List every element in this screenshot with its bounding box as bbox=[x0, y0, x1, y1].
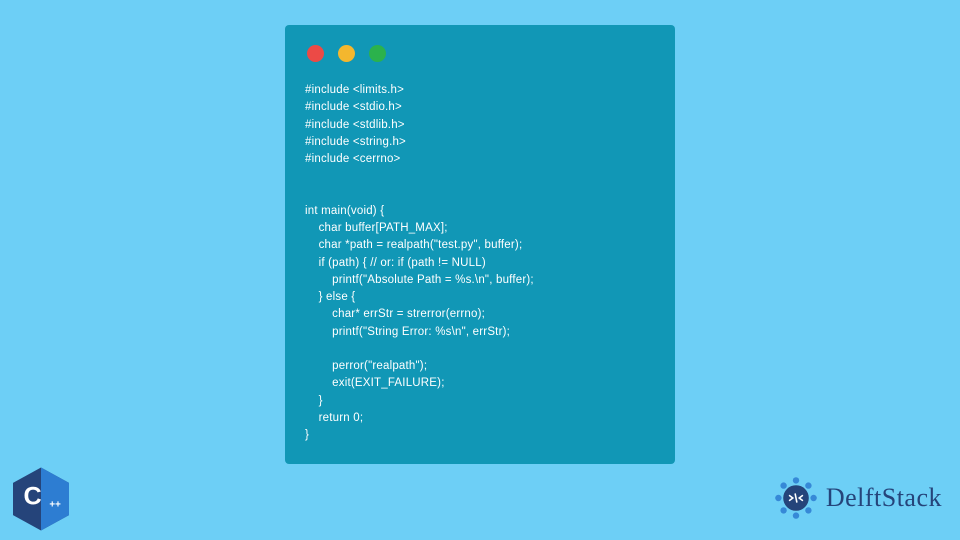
traffic-light-yellow-icon bbox=[338, 45, 355, 62]
cpp-logo-icon: C ++ bbox=[6, 464, 76, 534]
code-line: int main(void) { bbox=[305, 205, 384, 217]
traffic-lights bbox=[305, 45, 655, 62]
code-line: char *path = realpath("test.py", buffer)… bbox=[305, 239, 522, 251]
code-line: perror("realpath"); bbox=[305, 360, 427, 372]
code-line: printf("Absolute Path = %s.\n", buffer); bbox=[305, 274, 534, 286]
code-line: char* errStr = strerror(errno); bbox=[305, 308, 485, 320]
svg-text:C: C bbox=[23, 483, 41, 511]
code-line: } bbox=[305, 395, 323, 407]
code-line: #include <limits.h> bbox=[305, 84, 404, 96]
traffic-light-green-icon bbox=[369, 45, 386, 62]
code-line: #include <stdio.h> bbox=[305, 101, 402, 113]
code-line: if (path) { // or: if (path != NULL) bbox=[305, 257, 486, 269]
code-line: return 0; bbox=[305, 412, 363, 424]
code-line: char buffer[PATH_MAX]; bbox=[305, 222, 448, 234]
brand-name: DelftStack bbox=[826, 483, 942, 513]
code-line: #include <cerrno> bbox=[305, 153, 400, 165]
traffic-light-red-icon bbox=[307, 45, 324, 62]
code-line: #include <stdlib.h> bbox=[305, 119, 405, 131]
code-line: printf("String Error: %s\n", errStr); bbox=[305, 326, 510, 338]
svg-text:++: ++ bbox=[49, 499, 61, 510]
delftstack-logo: DelftStack bbox=[772, 474, 942, 522]
code-block: #include <limits.h> #include <stdio.h> #… bbox=[305, 82, 655, 444]
code-line: exit(EXIT_FAILURE); bbox=[305, 377, 445, 389]
code-line: } bbox=[305, 429, 309, 441]
code-line: #include <string.h> bbox=[305, 136, 406, 148]
delftstack-emblem-icon bbox=[772, 474, 820, 522]
code-window: #include <limits.h> #include <stdio.h> #… bbox=[285, 25, 675, 464]
code-line: } else { bbox=[305, 291, 355, 303]
